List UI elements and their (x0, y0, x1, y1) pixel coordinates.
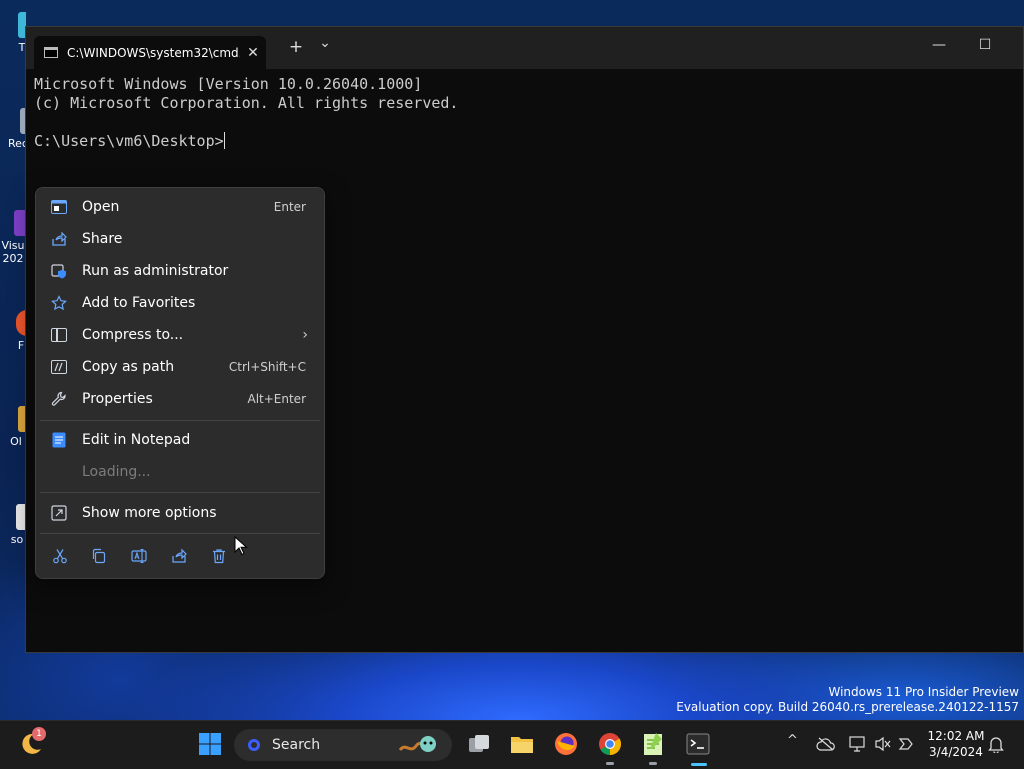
running-indicator (606, 762, 614, 765)
widgets-button[interactable]: 1 (18, 727, 46, 757)
notepad-plus-icon (644, 733, 662, 755)
terminal-icon (686, 733, 710, 755)
desktop-icon-visual-studio[interactable]: Visu 202 (0, 210, 26, 265)
menu-item-share[interactable]: Share (40, 224, 320, 254)
show-hidden-icons-button[interactable]: ^ (787, 733, 798, 748)
tab-dropdown-button[interactable]: ⌄ (313, 35, 337, 51)
task-view-button[interactable] (466, 731, 492, 757)
console-output[interactable]: Microsoft Windows [Version 10.0.26040.10… (34, 75, 458, 151)
firefox-icon (555, 733, 577, 755)
minimize-button[interactable]: — (924, 37, 954, 53)
menu-separator (40, 420, 320, 421)
onedrive-icon[interactable] (815, 733, 837, 755)
clock-time: 12:02 AM (927, 729, 985, 743)
cut-icon[interactable] (49, 545, 71, 567)
menu-item-run-as-admin[interactable]: Run as administrator (40, 256, 320, 286)
file-explorer-button[interactable] (509, 731, 535, 757)
context-menu: Open Enter Share Run as administrator Ad… (35, 187, 325, 579)
share-icon (50, 230, 68, 248)
desktop-icon-file[interactable]: so (0, 504, 26, 546)
menu-item-edit-notepad[interactable]: Edit in Notepad (40, 425, 320, 455)
evaluation-watermark: Windows 11 Pro Insider Preview Evaluatio… (676, 685, 1019, 714)
copilot-icon[interactable] (895, 733, 917, 755)
active-app-indicator (691, 763, 707, 766)
menu-item-loading: Loading... (82, 464, 151, 480)
search-highlight-icon (398, 736, 436, 752)
chrome-button[interactable] (597, 731, 623, 765)
menu-item-open[interactable]: Open Enter (40, 192, 320, 222)
menu-item-show-more-options[interactable]: Show more options (40, 498, 320, 528)
taskbar: 1 Search ^ 12:02 AM 3/4/2024 (0, 720, 1024, 769)
copy-icon[interactable] (88, 545, 110, 567)
desktop-icon-recycle[interactable]: Rec (0, 108, 26, 150)
console-line: Microsoft Windows [Version 10.0.26040.10… (34, 75, 423, 93)
firefox-button[interactable] (553, 731, 579, 757)
delete-icon[interactable] (208, 545, 230, 567)
menu-item-copy-as-path[interactable]: Copy as path Ctrl+Shift+C (40, 352, 320, 382)
search-icon (248, 739, 260, 751)
cmd-icon (44, 47, 58, 58)
network-icon[interactable] (847, 733, 869, 755)
menu-separator (40, 533, 320, 534)
shield-icon (50, 262, 68, 280)
volume-muted-icon[interactable] (872, 733, 894, 755)
menu-item-add-favorites[interactable]: Add to Favorites (40, 288, 320, 318)
close-tab-button[interactable]: ✕ (240, 45, 266, 61)
console-prompt: C:\Users\vm6\Desktop> (34, 132, 224, 150)
maximize-button[interactable]: ☐ (970, 37, 1000, 53)
wrench-icon (50, 390, 68, 408)
notepad-plus-button[interactable] (640, 731, 666, 765)
notepad-icon (50, 431, 68, 449)
open-icon (50, 198, 68, 216)
rename-icon[interactable] (128, 545, 150, 567)
chevron-right-icon: › (302, 327, 308, 343)
text-cursor (223, 132, 225, 149)
menu-item-compress[interactable]: Compress to... › (40, 320, 320, 350)
title-bar[interactable]: C:\WINDOWS\system32\cmd. ✕ + ⌄ — ☐ (26, 27, 1023, 69)
more-options-icon (50, 504, 68, 522)
task-view-icon (469, 735, 489, 752)
menu-separator (40, 492, 320, 493)
clock[interactable]: 12:02 AM 3/4/2024 (926, 728, 986, 760)
notifications-bell-icon[interactable] (985, 733, 1007, 755)
desktop-icon-firefox[interactable]: F (0, 310, 26, 352)
windows-logo-icon (199, 733, 221, 755)
terminal-button[interactable] (684, 731, 712, 766)
search-box[interactable]: Search (234, 729, 452, 761)
zip-icon (50, 326, 68, 344)
chrome-icon (599, 733, 621, 755)
clock-date: 3/4/2024 (929, 745, 983, 759)
tab-title: C:\WINDOWS\system32\cmd. (67, 45, 240, 60)
desktop-icon-old-folder[interactable]: Ol (0, 406, 26, 448)
tab-cmd[interactable]: C:\WINDOWS\system32\cmd. ✕ (34, 36, 266, 69)
desktop-icon-1[interactable]: T (0, 12, 26, 54)
console-line: (c) Microsoft Corporation. All rights re… (34, 94, 459, 112)
menu-item-properties[interactable]: Properties Alt+Enter (40, 384, 320, 414)
new-tab-button[interactable]: + (284, 37, 308, 57)
notification-badge: 1 (32, 727, 46, 741)
start-button[interactable] (197, 731, 223, 757)
share-icon[interactable] (168, 545, 190, 567)
mouse-cursor-icon (234, 536, 248, 556)
search-label: Search (272, 737, 321, 753)
folder-icon (511, 737, 533, 753)
star-icon (50, 294, 68, 312)
running-indicator (649, 762, 657, 765)
path-icon (50, 358, 68, 376)
